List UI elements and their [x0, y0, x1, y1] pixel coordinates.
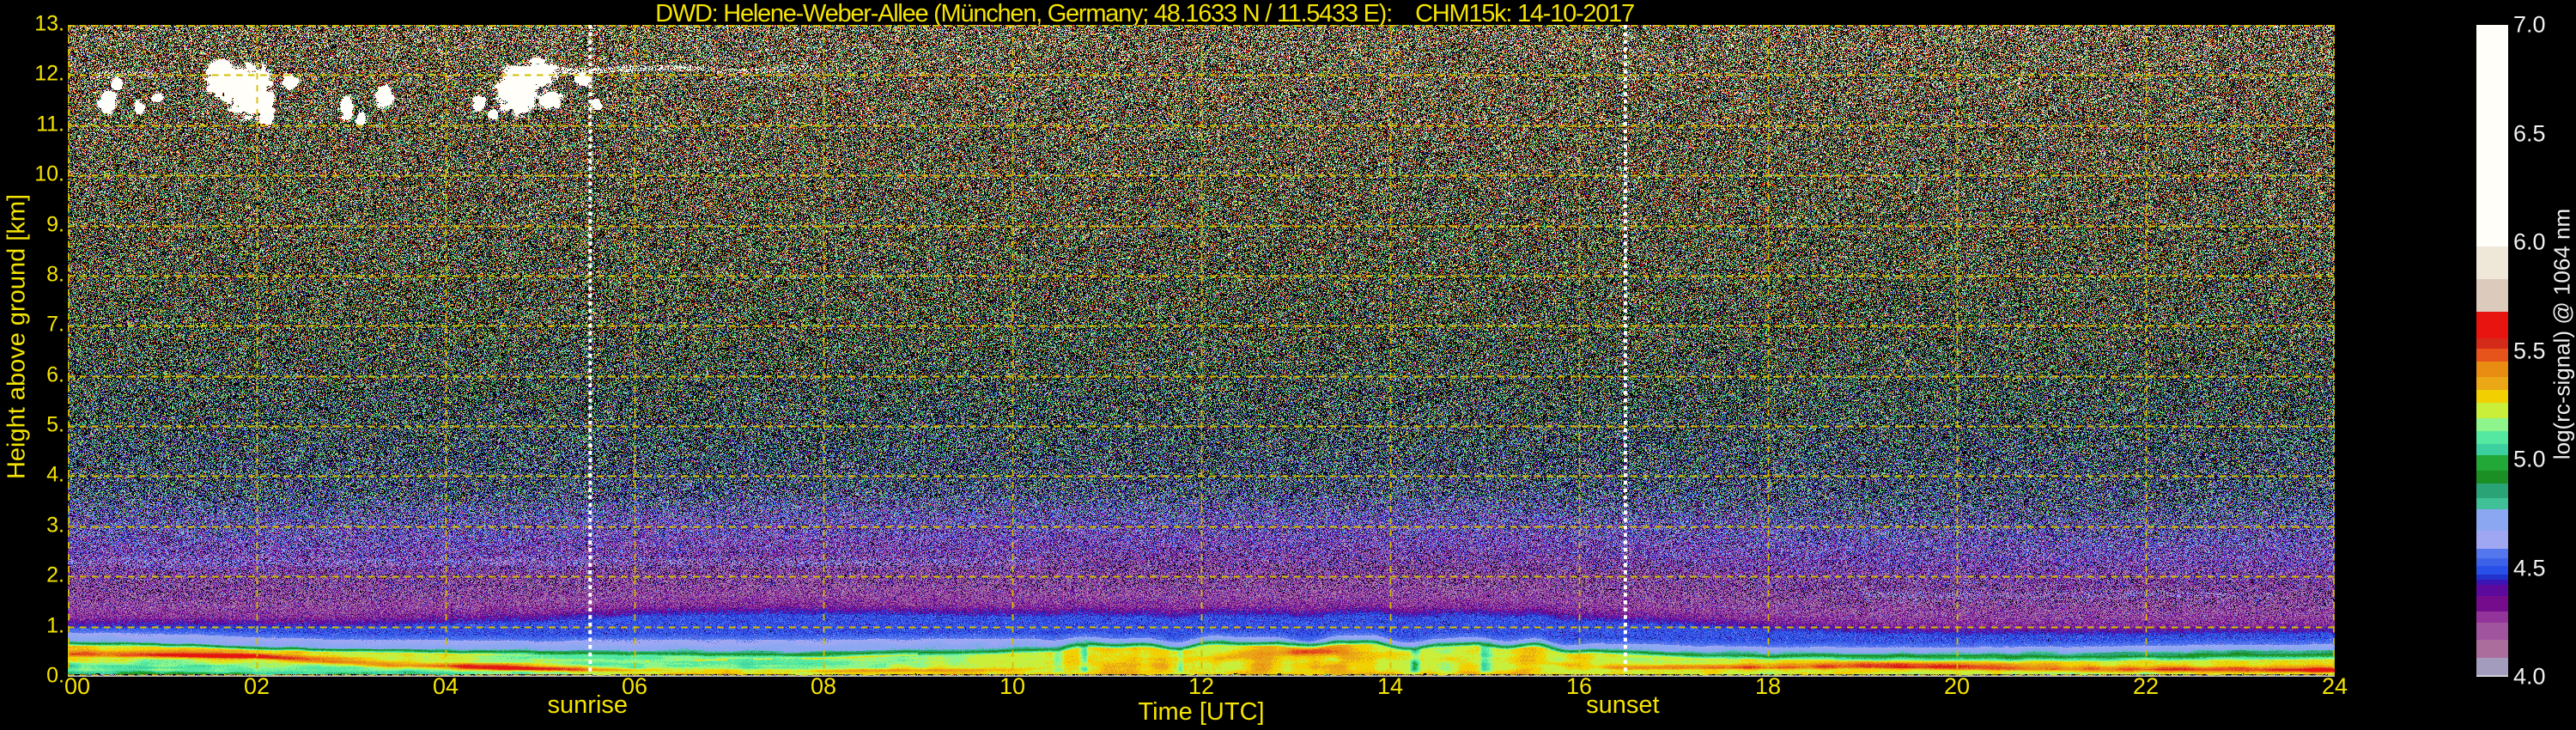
- x-tick-label: 20: [1944, 673, 1970, 700]
- annotation-sunrise: sunrise: [548, 691, 629, 720]
- y-tick-label: 7.: [46, 313, 64, 338]
- x-tick-label: 24: [2322, 673, 2348, 700]
- y-tick-label: 3.: [46, 513, 64, 538]
- x-tick-label: 14: [1377, 673, 1403, 700]
- x-tick-label: 12: [1188, 673, 1214, 700]
- colorbar-tick-label: 5.0: [2513, 447, 2546, 473]
- y-tick-label: 9.: [46, 212, 64, 237]
- x-tick-label: 10: [999, 673, 1025, 700]
- y-tick-label: 5.: [46, 412, 64, 437]
- y-tick-label: 6.: [46, 362, 64, 387]
- y-axis-label: Height above ground [km]: [3, 194, 32, 479]
- y-tick-label: 12.: [34, 62, 64, 87]
- x-axis-label: Time [UTC]: [1138, 698, 1264, 727]
- x-tick-label: 02: [244, 673, 270, 700]
- x-tick-label: 08: [811, 673, 836, 700]
- colorbar-label: log(rc-signal) @ 1064 nm: [2549, 209, 2576, 459]
- heatmap-canvas: [68, 25, 2335, 677]
- x-tick-label: 04: [433, 673, 459, 700]
- y-tick-label: 0.: [46, 663, 64, 688]
- x-tick-label: 18: [1755, 673, 1781, 700]
- colorbar-tick-label: 5.5: [2513, 338, 2546, 364]
- colorbar-tick-label: 6.0: [2513, 229, 2546, 256]
- annotation-sunset: sunset: [1586, 691, 1659, 720]
- colorbar-canvas: [2476, 25, 2508, 677]
- x-tick-label: 22: [2133, 673, 2159, 700]
- y-tick-label: 13.: [34, 11, 64, 36]
- colorbar-tick-label: 7.0: [2513, 12, 2546, 39]
- colorbar-tick-label: 6.5: [2513, 120, 2546, 147]
- colorbar-tick-label: 4.0: [2513, 664, 2546, 690]
- x-tick-label: 00: [64, 673, 90, 700]
- y-tick-label: 4.: [46, 463, 64, 488]
- y-tick-label: 8.: [46, 262, 64, 287]
- y-tick-label: 11.: [36, 112, 64, 137]
- y-tick-label: 1.: [46, 613, 64, 638]
- y-tick-label: 10.: [34, 161, 64, 186]
- colorbar-tick-label: 4.5: [2513, 555, 2546, 581]
- y-tick-label: 2.: [46, 563, 64, 588]
